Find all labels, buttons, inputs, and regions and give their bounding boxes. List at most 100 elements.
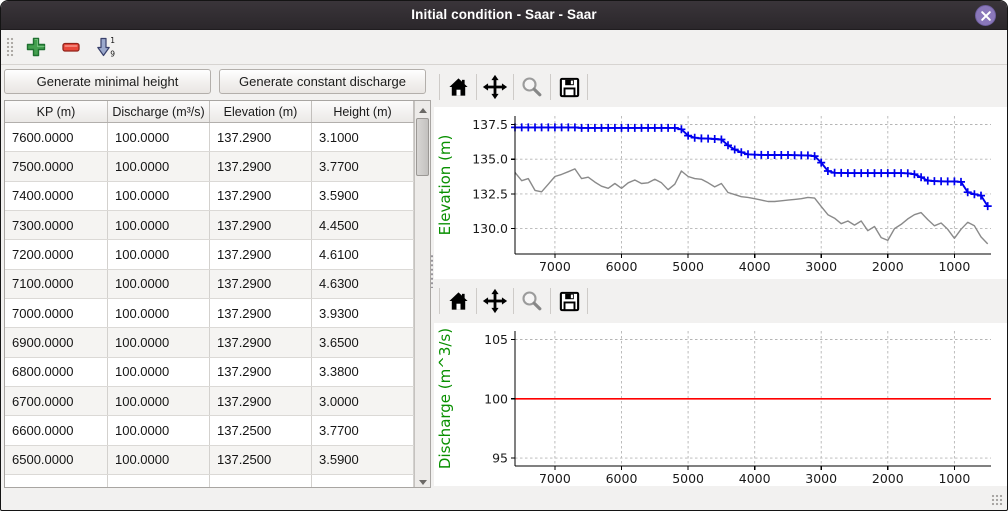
table-cell[interactable]: 6900.0000 — [5, 328, 108, 356]
table-cell[interactable]: 3.3800 — [312, 358, 414, 386]
zoom-icon — [520, 75, 544, 99]
table-cell[interactable]: 137.2900 — [210, 123, 312, 151]
table-cell[interactable]: 100.0000 — [108, 123, 210, 151]
add-row-button[interactable] — [23, 34, 49, 60]
elevation-plot-canvas[interactable]: 7000600050004000300020001000137.5135.013… — [434, 107, 1007, 279]
table-cell[interactable]: 137.2900 — [210, 152, 312, 180]
column-header-1[interactable]: Discharge (m³/s) — [108, 101, 210, 122]
table-cell[interactable]: 3.1000 — [312, 123, 414, 151]
table-cell[interactable]: 7400.0000 — [5, 182, 108, 210]
x-tick-label: 3000 — [805, 471, 837, 486]
zoom-button[interactable] — [517, 72, 547, 102]
table-cell[interactable]: 137.2900 — [210, 240, 312, 268]
table-cell[interactable]: 6700.0000 — [5, 387, 108, 415]
column-header-2[interactable]: Elevation (m) — [210, 101, 312, 122]
table-cell[interactable]: 137.2500 — [210, 446, 312, 474]
home-icon — [447, 76, 470, 99]
x-tick-label: 1000 — [938, 471, 970, 486]
table-cell[interactable]: 137.2900 — [210, 387, 312, 415]
table-cell[interactable]: 3.6500 — [312, 328, 414, 356]
table-cell[interactable]: 100.0000 — [108, 240, 210, 268]
x-tick-label: 2000 — [872, 471, 904, 486]
toolbar-separator — [476, 288, 477, 314]
save-button[interactable] — [554, 286, 584, 316]
discharge-plot-canvas[interactable]: 700060005000400030002000100010510095Disc… — [434, 323, 1007, 486]
table-cell[interactable]: 6600.0000 — [5, 416, 108, 444]
table-cell[interactable]: 7200.0000 — [5, 240, 108, 268]
table-header-row: KP (m)Discharge (m³/s)Elevation (m)Heigh… — [5, 101, 414, 123]
window-resize-grip[interactable] — [991, 494, 1003, 506]
table-cell[interactable]: 3.5900 — [312, 446, 414, 474]
table-cell[interactable]: 7600.0000 — [5, 123, 108, 151]
table-cell[interactable]: 7300.0000 — [5, 211, 108, 239]
scrollbar-up-button[interactable] — [415, 101, 430, 115]
table-empty-row — [5, 475, 414, 487]
column-header-3[interactable]: Height (m) — [312, 101, 414, 122]
table-cell[interactable]: 6800.0000 — [5, 358, 108, 386]
table-cell[interactable]: 100.0000 — [108, 152, 210, 180]
table-cell[interactable]: 100.0000 — [108, 358, 210, 386]
elevation-plot-toolbar — [434, 67, 1007, 107]
sort-icon-bottom-label: 9 — [110, 50, 115, 59]
table-row: 7000.0000100.0000137.29003.9300 — [5, 299, 414, 328]
table-cell[interactable]: 4.4500 — [312, 211, 414, 239]
scrollbar-thumb[interactable] — [416, 118, 429, 176]
table-cell[interactable]: 3.0000 — [312, 387, 414, 415]
table-cell[interactable]: 6500.0000 — [5, 446, 108, 474]
table-cell[interactable]: 100.0000 — [108, 387, 210, 415]
remove-row-button[interactable] — [58, 34, 84, 60]
table-cell[interactable]: 3.9300 — [312, 299, 414, 327]
pan-button[interactable] — [480, 286, 510, 316]
table-cell[interactable]: 4.6300 — [312, 270, 414, 298]
table-cell[interactable]: 100.0000 — [108, 446, 210, 474]
table-cell[interactable]: 137.2900 — [210, 328, 312, 356]
generate-minimal-height-button[interactable]: Generate minimal height — [4, 69, 211, 94]
sort-descending-button[interactable]: 1 9 — [93, 34, 119, 60]
table-cell[interactable]: 3.7700 — [312, 152, 414, 180]
minus-icon — [59, 35, 83, 59]
zoom-button[interactable] — [517, 286, 547, 316]
table-cell[interactable]: 7100.0000 — [5, 270, 108, 298]
toolbar-separator — [587, 288, 588, 314]
x-tick-label: 4000 — [739, 471, 771, 486]
table-body: 7600.0000100.0000137.29003.10007500.0000… — [5, 123, 414, 487]
toolbar-separator — [550, 74, 551, 100]
x-tick-label: 4000 — [739, 259, 771, 274]
table-cell[interactable]: 100.0000 — [108, 182, 210, 210]
elevation-chart: 7000600050004000300020001000137.5135.013… — [434, 107, 1007, 279]
table-cell[interactable]: 100.0000 — [108, 328, 210, 356]
save-button[interactable] — [554, 72, 584, 102]
home-button[interactable] — [443, 286, 473, 316]
home-button[interactable] — [443, 72, 473, 102]
table-cell[interactable]: 100.0000 — [108, 299, 210, 327]
table-cell[interactable]: 3.5900 — [312, 182, 414, 210]
table-cell[interactable]: 137.2900 — [210, 182, 312, 210]
table-cell-empty — [312, 475, 414, 487]
generate-constant-discharge-button[interactable]: Generate constant discharge — [219, 69, 426, 94]
table-cell[interactable]: 137.2900 — [210, 270, 312, 298]
table-cell[interactable]: 137.2500 — [210, 416, 312, 444]
main-toolbar: 1 9 — [1, 30, 1007, 65]
table-cell[interactable]: 3.7700 — [312, 416, 414, 444]
table-cell[interactable]: 100.0000 — [108, 211, 210, 239]
toolbar-grip-handle[interactable] — [6, 37, 14, 57]
table-cell[interactable]: 137.2900 — [210, 358, 312, 386]
scroll-down-icon — [419, 480, 427, 485]
column-header-0[interactable]: KP (m) — [5, 101, 108, 122]
table-cell[interactable]: 137.2900 — [210, 299, 312, 327]
series-bottom-elevation — [515, 169, 988, 244]
close-button[interactable] — [975, 5, 996, 26]
table-cell[interactable]: 100.0000 — [108, 416, 210, 444]
scrollbar-down-button[interactable] — [415, 473, 430, 487]
table-cell[interactable]: 137.2900 — [210, 211, 312, 239]
table-cell[interactable]: 100.0000 — [108, 270, 210, 298]
toolbar-separator — [587, 74, 588, 100]
table-cell[interactable]: 7500.0000 — [5, 152, 108, 180]
home-icon — [447, 290, 470, 313]
table-cell[interactable]: 7000.0000 — [5, 299, 108, 327]
save-icon — [558, 76, 581, 99]
table-scrollbar[interactable] — [414, 101, 430, 487]
toolbar-separator — [439, 74, 440, 100]
pan-button[interactable] — [480, 72, 510, 102]
table-cell[interactable]: 4.6100 — [312, 240, 414, 268]
